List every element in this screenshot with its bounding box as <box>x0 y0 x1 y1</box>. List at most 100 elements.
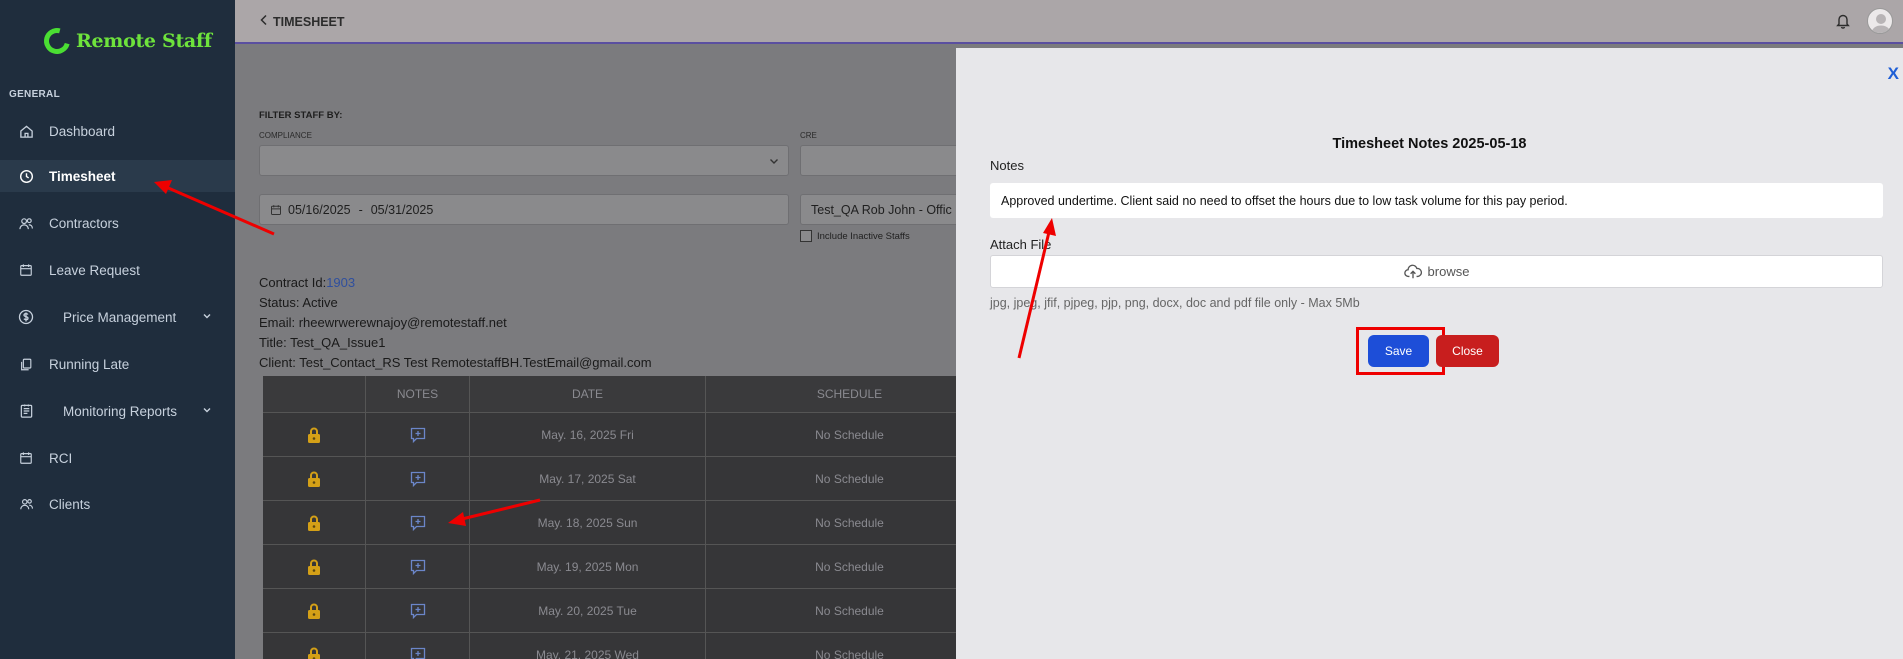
users-icon <box>18 215 34 231</box>
row-schedule: No Schedule <box>815 471 884 486</box>
row-schedule: No Schedule <box>815 515 884 530</box>
date-end: 05/31/2025 <box>370 202 434 217</box>
lock-icon <box>263 633 366 659</box>
row-date: May. 19, 2025 Mon <box>470 545 706 588</box>
date-separator: - <box>358 202 363 217</box>
sidebar-item-monitoring-reports[interactable]: Monitoring Reports <box>0 395 235 427</box>
calendar-icon <box>18 450 34 466</box>
include-inactive-row[interactable]: Include Inactive Staffs <box>800 230 910 242</box>
date-start: 05/16/2025 <box>288 202 351 217</box>
chevron-left-icon <box>259 14 269 29</box>
row-schedule: No Schedule <box>815 559 884 574</box>
lock-icon <box>263 589 366 632</box>
close-panel-button[interactable]: X <box>1888 64 1899 84</box>
compliance-label: COMPLIANCE <box>259 131 312 140</box>
table-row: May. 19, 2025 Mon No Schedule <box>263 544 993 588</box>
compliance-select[interactable] <box>259 145 789 176</box>
date-range-input[interactable]: 05/16/2025 - 05/31/2025 <box>259 194 789 225</box>
clock-icon <box>18 168 34 184</box>
sidebar-item-rci[interactable]: RCI <box>0 442 235 474</box>
users-icon <box>18 496 34 512</box>
notes-label: Notes <box>990 158 1024 173</box>
lock-icon <box>263 501 366 544</box>
calendar-icon <box>270 204 282 216</box>
lock-icon <box>263 457 366 500</box>
table-header: NOTES DATE SCHEDULE <box>263 376 993 412</box>
sidebar-item-label: Timesheet <box>49 168 116 184</box>
sidebar-item-contractors[interactable]: Contractors <box>0 207 235 239</box>
row-date: May. 21, 2025 Wed <box>470 633 706 659</box>
row-date: May. 16, 2025 Fri <box>470 413 706 456</box>
add-note-icon[interactable] <box>366 501 470 544</box>
sidebar-item-clients[interactable]: Clients <box>0 488 235 520</box>
sidebar-item-leave-request[interactable]: Leave Request <box>0 254 235 286</box>
add-note-icon[interactable] <box>366 457 470 500</box>
back-button[interactable]: TIMESHEET <box>259 14 345 29</box>
cre-label: CRE <box>800 131 817 140</box>
sidebar-item-label: Monitoring Reports <box>63 403 178 419</box>
notes-input[interactable]: Approved undertime. Client said no need … <box>990 183 1883 218</box>
logo-icon <box>39 23 75 59</box>
contract-id-link[interactable]: 1903 <box>326 275 355 290</box>
contract-id: Contract Id:1903 <box>259 275 355 290</box>
sidebar-item-running-late[interactable]: Running Late <box>0 348 235 380</box>
dollar-icon <box>18 309 34 325</box>
add-note-icon[interactable] <box>366 545 470 588</box>
sidebar-item-label: Leave Request <box>49 262 140 278</box>
browse-label: browse <box>1427 264 1470 279</box>
row-date: May. 20, 2025 Tue <box>470 589 706 632</box>
timesheet-notes-panel: X Timesheet Notes 2025-05-18 Notes Appro… <box>956 48 1903 659</box>
save-button[interactable]: Save <box>1368 335 1429 367</box>
table-row: May. 18, 2025 Sun No Schedule <box>263 500 993 544</box>
copy-icon <box>18 356 34 372</box>
sidebar-item-price-management[interactable]: Price Management <box>0 301 235 333</box>
logo[interactable]: Remote Staff <box>39 23 212 59</box>
sidebar-item-label: Clients <box>49 496 91 512</box>
staff-select[interactable]: Test_QA Rob John - Offic <box>800 194 960 225</box>
page-title: TIMESHEET <box>273 14 345 29</box>
lock-icon <box>263 545 366 588</box>
column-header-date: DATE <box>470 376 706 412</box>
row-schedule: No Schedule <box>815 647 884 659</box>
sidebar-item-label: Running Late <box>49 356 130 372</box>
row-schedule: No Schedule <box>815 603 884 618</box>
sidebar-item-label: Price Management <box>63 309 177 325</box>
contract-status: Status: Active <box>259 295 338 310</box>
upload-cloud-icon <box>1403 264 1422 280</box>
chevron-down-icon <box>201 404 213 419</box>
add-note-icon[interactable] <box>366 589 470 632</box>
contract-client: Client: Test_Contact_RS Test Remotestaff… <box>259 355 652 370</box>
sidebar-item-timesheet[interactable]: Timesheet <box>0 160 235 192</box>
avatar[interactable] <box>1867 8 1893 34</box>
close-button[interactable]: Close <box>1436 335 1499 367</box>
calendar-icon <box>18 262 34 278</box>
attach-file-label: Attach File <box>990 237 1052 252</box>
cre-select[interactable] <box>800 145 960 176</box>
row-date: May. 18, 2025 Sun <box>470 501 706 544</box>
home-icon <box>18 123 34 139</box>
contract-email: Email: rheewrwerewnajoy@remotestaff.net <box>259 315 507 330</box>
add-note-icon[interactable] <box>366 633 470 659</box>
contract-title: Title: Test_QA_Issue1 <box>259 335 386 350</box>
row-schedule: No Schedule <box>815 427 884 442</box>
browse-button[interactable]: browse <box>990 255 1883 288</box>
sidebar-item-label: Contractors <box>49 215 119 231</box>
bell-icon[interactable] <box>1835 12 1851 34</box>
row-date: May. 17, 2025 Sat <box>470 457 706 500</box>
sidebar-section-label: GENERAL <box>9 89 60 100</box>
add-note-icon[interactable] <box>366 413 470 456</box>
include-inactive-checkbox[interactable] <box>800 230 812 242</box>
table-row: May. 21, 2025 Wed No Schedule <box>263 632 993 659</box>
notes-input-value: Approved undertime. Client said no need … <box>1001 193 1568 208</box>
column-header-notes: NOTES <box>366 376 470 412</box>
column-header-schedule: SCHEDULE <box>816 387 883 401</box>
sidebar-item-label: RCI <box>49 450 73 466</box>
sidebar-item-dashboard[interactable]: Dashboard <box>0 115 235 147</box>
panel-title: Timesheet Notes 2025-05-18 <box>1332 136 1527 152</box>
lock-icon <box>263 413 366 456</box>
table-row: May. 16, 2025 Fri No Schedule <box>263 412 993 456</box>
sidebar: Remote Staff GENERAL Dashboard Timesheet… <box>0 0 235 659</box>
chevron-down-icon <box>768 155 780 170</box>
include-inactive-label: Include Inactive Staffs <box>817 230 910 242</box>
table-row: May. 17, 2025 Sat No Schedule <box>263 456 993 500</box>
